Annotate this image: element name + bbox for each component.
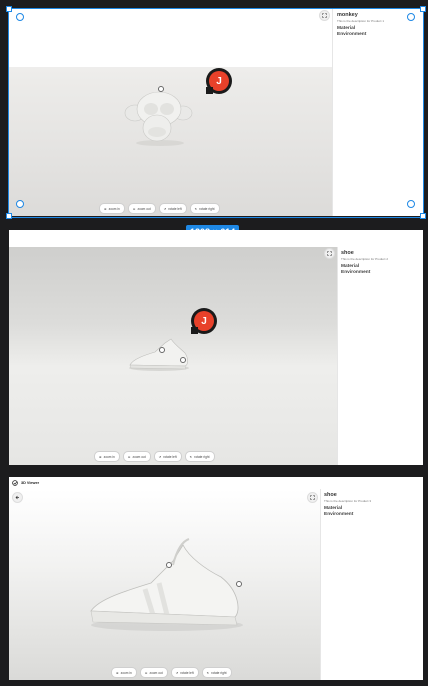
product-description: This is the description for Product 3 <box>324 499 372 503</box>
corner-handle[interactable] <box>16 13 24 21</box>
resize-handle[interactable] <box>6 213 12 219</box>
corner-handle[interactable] <box>407 200 415 208</box>
zoom-in-button[interactable]: ⊕ zoom in <box>111 667 137 678</box>
product-panel: shoe This is the description for Product… <box>337 247 423 465</box>
zoom-out-icon: ⊖ <box>144 670 148 675</box>
shoe-model[interactable] <box>127 335 191 373</box>
hotspot[interactable] <box>159 347 165 353</box>
back-button[interactable] <box>12 492 23 503</box>
avatar[interactable]: J <box>191 308 217 334</box>
selection-outline <box>8 8 424 218</box>
cube-icon <box>12 480 18 486</box>
rotate-left-icon: ↺ <box>158 454 162 459</box>
frame-3: 3D Viewer ⊕ zoom in ⊖ zoom out ↺ rotate lef… <box>9 477 423 680</box>
product-panel: shoe This is the description for Product… <box>320 489 423 680</box>
product-name: shoe <box>341 250 354 256</box>
environment-section[interactable]: Environment <box>341 270 420 275</box>
rotate-right-button[interactable]: ↻ rotate right <box>184 451 215 462</box>
environment-section[interactable]: Environment <box>324 512 420 517</box>
product-description: This is the description for Product 2 <box>341 257 389 261</box>
material-section[interactable]: Material <box>341 264 420 269</box>
rotate-right-button[interactable]: ↻ rotate right <box>201 667 232 678</box>
hotspot[interactable] <box>180 357 186 363</box>
zoom-out-button[interactable]: ⊖ zoom out <box>122 451 151 462</box>
rotate-left-icon: ↺ <box>175 670 179 675</box>
resize-handle[interactable] <box>420 6 426 12</box>
resize-handle[interactable] <box>420 213 426 219</box>
rotate-left-button[interactable]: ↺ rotate left <box>153 451 182 462</box>
rotate-right-icon: ↻ <box>189 454 193 459</box>
arrow-left-icon <box>15 495 19 500</box>
zoom-out-button[interactable]: ⊖ zoom out <box>139 667 168 678</box>
corner-handle[interactable] <box>407 13 415 21</box>
zoom-out-icon: ⊖ <box>127 454 131 459</box>
product-name: shoe <box>324 492 337 498</box>
zoom-in-button[interactable]: ⊕ zoom in <box>94 451 120 462</box>
view-toolbar: ⊕ zoom in ⊖ zoom out ↺ rotate left ↻ rotate … <box>111 667 232 678</box>
resize-handle[interactable] <box>6 6 12 12</box>
shoe-model[interactable] <box>85 537 245 635</box>
zoom-in-icon: ⊕ <box>116 670 119 675</box>
corner-handle[interactable] <box>16 200 24 208</box>
app-title: 3D Viewer <box>21 481 40 485</box>
rotate-right-icon: ↻ <box>206 670 210 675</box>
hotspot[interactable] <box>166 562 172 568</box>
fullscreen-icon[interactable] <box>324 248 335 259</box>
fullscreen-icon[interactable] <box>307 492 318 503</box>
rotate-left-button[interactable]: ↺ rotate left <box>170 667 199 678</box>
material-section[interactable]: Material <box>324 506 420 511</box>
view-toolbar: ⊕ zoom in ⊖ zoom out ↺ rotate left ↻ rotate … <box>94 451 215 462</box>
app-header: 3D Viewer <box>12 480 39 486</box>
hotspot[interactable] <box>236 581 242 587</box>
frame-2: J ⊕ zoom in ⊖ zoom out ↺ rotate left ↻ rotat… <box>9 230 423 465</box>
zoom-in-icon: ⊕ <box>99 454 102 459</box>
viewer-canvas[interactable]: ⊕ zoom in ⊖ zoom out ↺ rotate left ↻ rotate … <box>9 489 320 680</box>
viewer-canvas[interactable]: J ⊕ zoom in ⊖ zoom out ↺ rotate left ↻ rotat… <box>9 247 337 465</box>
